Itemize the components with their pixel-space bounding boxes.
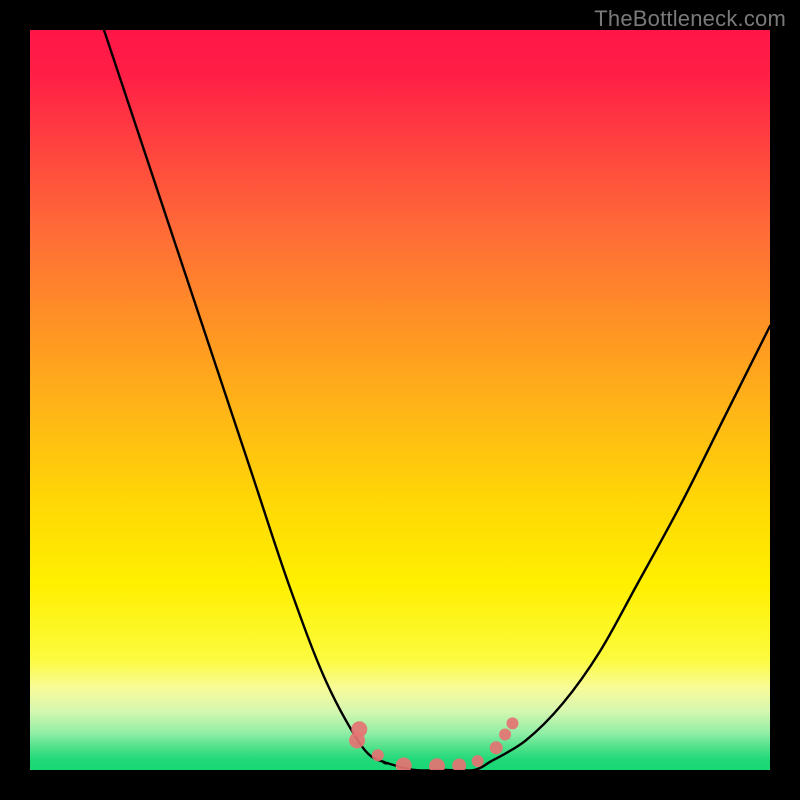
chart-frame: TheBottleneck.com	[0, 0, 800, 800]
watermark-text: TheBottleneck.com	[594, 6, 786, 32]
line-series-group	[104, 30, 770, 770]
marker-group	[349, 717, 518, 770]
valley-marker	[499, 728, 511, 740]
valley-marker	[506, 717, 518, 729]
valley-marker	[429, 758, 445, 770]
valley-marker	[396, 758, 412, 770]
valley-marker	[372, 749, 384, 761]
curve-layer	[30, 30, 770, 770]
bottleneck-curve	[104, 30, 770, 770]
plot-area	[30, 30, 770, 770]
valley-marker	[349, 732, 365, 748]
valley-marker	[452, 759, 466, 770]
valley-marker	[490, 741, 503, 754]
valley-marker	[472, 755, 484, 767]
